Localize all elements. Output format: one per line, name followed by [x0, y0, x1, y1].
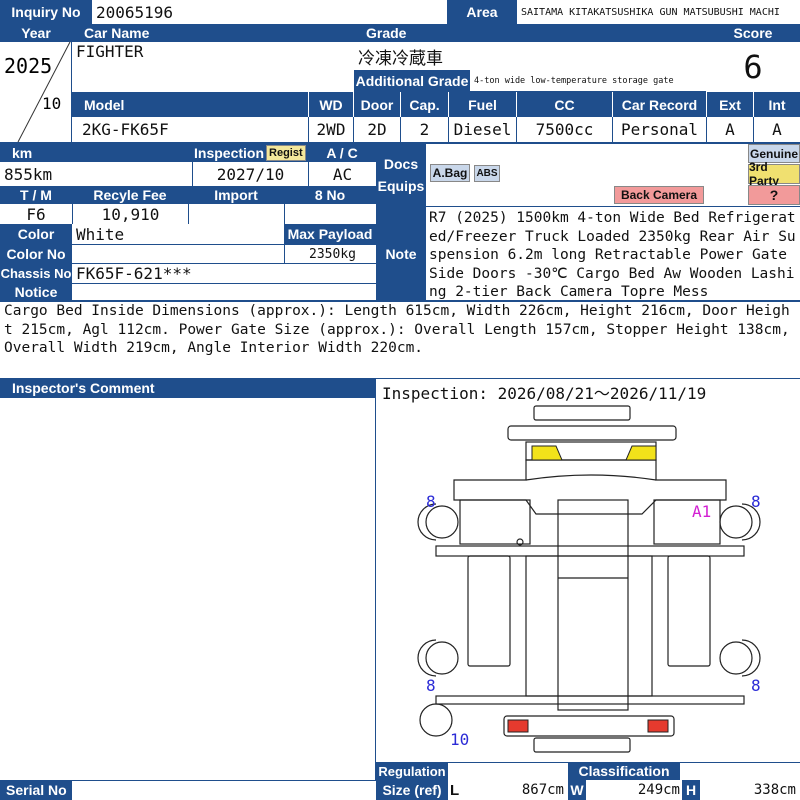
door-value: 2D: [353, 117, 400, 142]
owners-value: [284, 204, 376, 224]
color-value: White: [76, 224, 125, 244]
size-w-value: 249cm: [637, 782, 680, 798]
tire-label-rear-right: 8: [751, 676, 761, 695]
tire-label-spare: 10: [450, 730, 470, 749]
inquiry-value: 20065196: [96, 2, 174, 22]
size-w-label: W: [568, 780, 586, 800]
chassis-value: FK65F-621***: [72, 263, 376, 283]
serial-value: [72, 780, 376, 800]
docs-label-text: Docs: [383, 156, 419, 172]
tm-label: T / M: [0, 186, 72, 204]
equips-label-text: Equips: [377, 178, 425, 194]
docs-label: Docs Equips: [376, 144, 426, 206]
inquiry-label: Inquiry No: [0, 0, 92, 24]
grade-value: 冷凍冷蔵車: [358, 48, 443, 69]
inspector-comment-area: [0, 398, 376, 780]
additional-grade-value: 4-ton wide low-temperature storage gate: [470, 70, 706, 92]
size-h-value: 338cm: [753, 782, 796, 798]
tm-value: F6: [26, 204, 46, 224]
score-value: 6: [743, 48, 763, 86]
tire-label-front-left: 8: [426, 492, 436, 511]
year-cell: 2025 10: [0, 42, 72, 142]
unknown-badge: ?: [748, 185, 800, 205]
import-value: [188, 204, 284, 224]
inspection-value: 2027/10: [192, 162, 308, 186]
serial-label: Serial No: [0, 780, 72, 800]
note-text: R7 (2025) 1500km 4-ton Wide Bed Refriger…: [426, 206, 800, 301]
notice-header-blank: [72, 283, 376, 301]
color-no-value: [72, 244, 284, 263]
cap-label: Cap.: [400, 92, 448, 117]
km-label: km: [0, 144, 192, 162]
chassis-label: Chassis No: [0, 263, 72, 283]
abag-badge: A.Bag: [430, 164, 470, 182]
owners-label: 8 No: [284, 186, 376, 204]
divider: [376, 378, 800, 379]
damage-mark-a1: A1: [692, 502, 712, 521]
area-label: Area: [447, 0, 517, 24]
note-label: Note: [376, 206, 426, 301]
inspector-comment-label: Inspector's Comment: [0, 378, 376, 398]
cap-value: 2: [400, 117, 448, 142]
score-label: Score: [706, 24, 800, 42]
int-label: Int: [753, 92, 800, 117]
abs-badge: ABS: [474, 165, 500, 182]
grade-label: Grade: [354, 24, 706, 42]
recycle-label: Recyle Fee: [72, 186, 188, 204]
size-h-label: H: [682, 780, 700, 800]
car-name-value: FIGHTER: [76, 42, 144, 61]
year-label: Year: [0, 24, 72, 42]
size-l-value: 867cm: [521, 782, 564, 798]
classification-value: [680, 762, 800, 780]
cc-value: 7500cc: [516, 117, 612, 142]
ext-value: A: [706, 117, 753, 142]
regist-badge: Regist: [266, 145, 306, 161]
wd-label: WD: [308, 92, 353, 117]
year-value: 2025: [4, 54, 53, 78]
fuel-label: Fuel: [448, 92, 516, 117]
vehicle-diagram: [417, 405, 761, 753]
area-value: SAITAMA KITAKATSUSHIKA GUN MATSUBUSHI MA…: [521, 6, 780, 18]
notice-label: Notice: [0, 283, 72, 301]
regulation-label: Regulation: [376, 762, 448, 780]
ext-label: Ext: [706, 92, 753, 117]
recycle-value: 10,910: [72, 204, 188, 224]
model-label: Model: [72, 92, 308, 117]
max-payload-label: Max Payload: [284, 224, 376, 244]
size-label: Size (ref): [376, 780, 448, 800]
tire-label-rear-left: 8: [426, 676, 436, 695]
car-record-label: Car Record: [612, 92, 706, 117]
max-payload-value: 2350kg: [284, 244, 376, 263]
door-label: Door: [353, 92, 400, 117]
third-party-badge: 3rd Party: [748, 160, 800, 188]
notice-text: Cargo Bed Inside Dimensions (approx.): L…: [4, 303, 790, 356]
tire-label-front-right: 8: [751, 492, 761, 511]
km-value: 855km: [4, 164, 53, 184]
model-value: 2KG-FK65F: [82, 120, 169, 139]
regulation-value: [448, 762, 568, 780]
fuel-value: Diesel: [448, 117, 516, 142]
color-no-label: Color No: [0, 244, 72, 263]
import-label: Import: [188, 186, 284, 204]
year-month: 10: [42, 94, 62, 113]
car-name-label: Car Name: [72, 24, 354, 42]
classification-label: Classification: [568, 762, 680, 780]
additional-grade-label: Additional Grade: [354, 70, 470, 92]
inspection-label: Inspection Regist: [192, 144, 308, 162]
back-camera-badge: Back Camera: [614, 186, 704, 204]
car-record-value: Personal: [612, 117, 706, 142]
wd-value: 2WD: [308, 117, 353, 142]
size-l-label: L: [450, 781, 460, 799]
cc-label: CC: [516, 92, 612, 117]
color-label: Color: [0, 224, 72, 244]
ac-value: AC: [308, 162, 376, 186]
ac-label: A / C: [308, 144, 376, 162]
int-value: A: [753, 117, 800, 142]
inspection-label-text: Inspection: [194, 145, 265, 161]
